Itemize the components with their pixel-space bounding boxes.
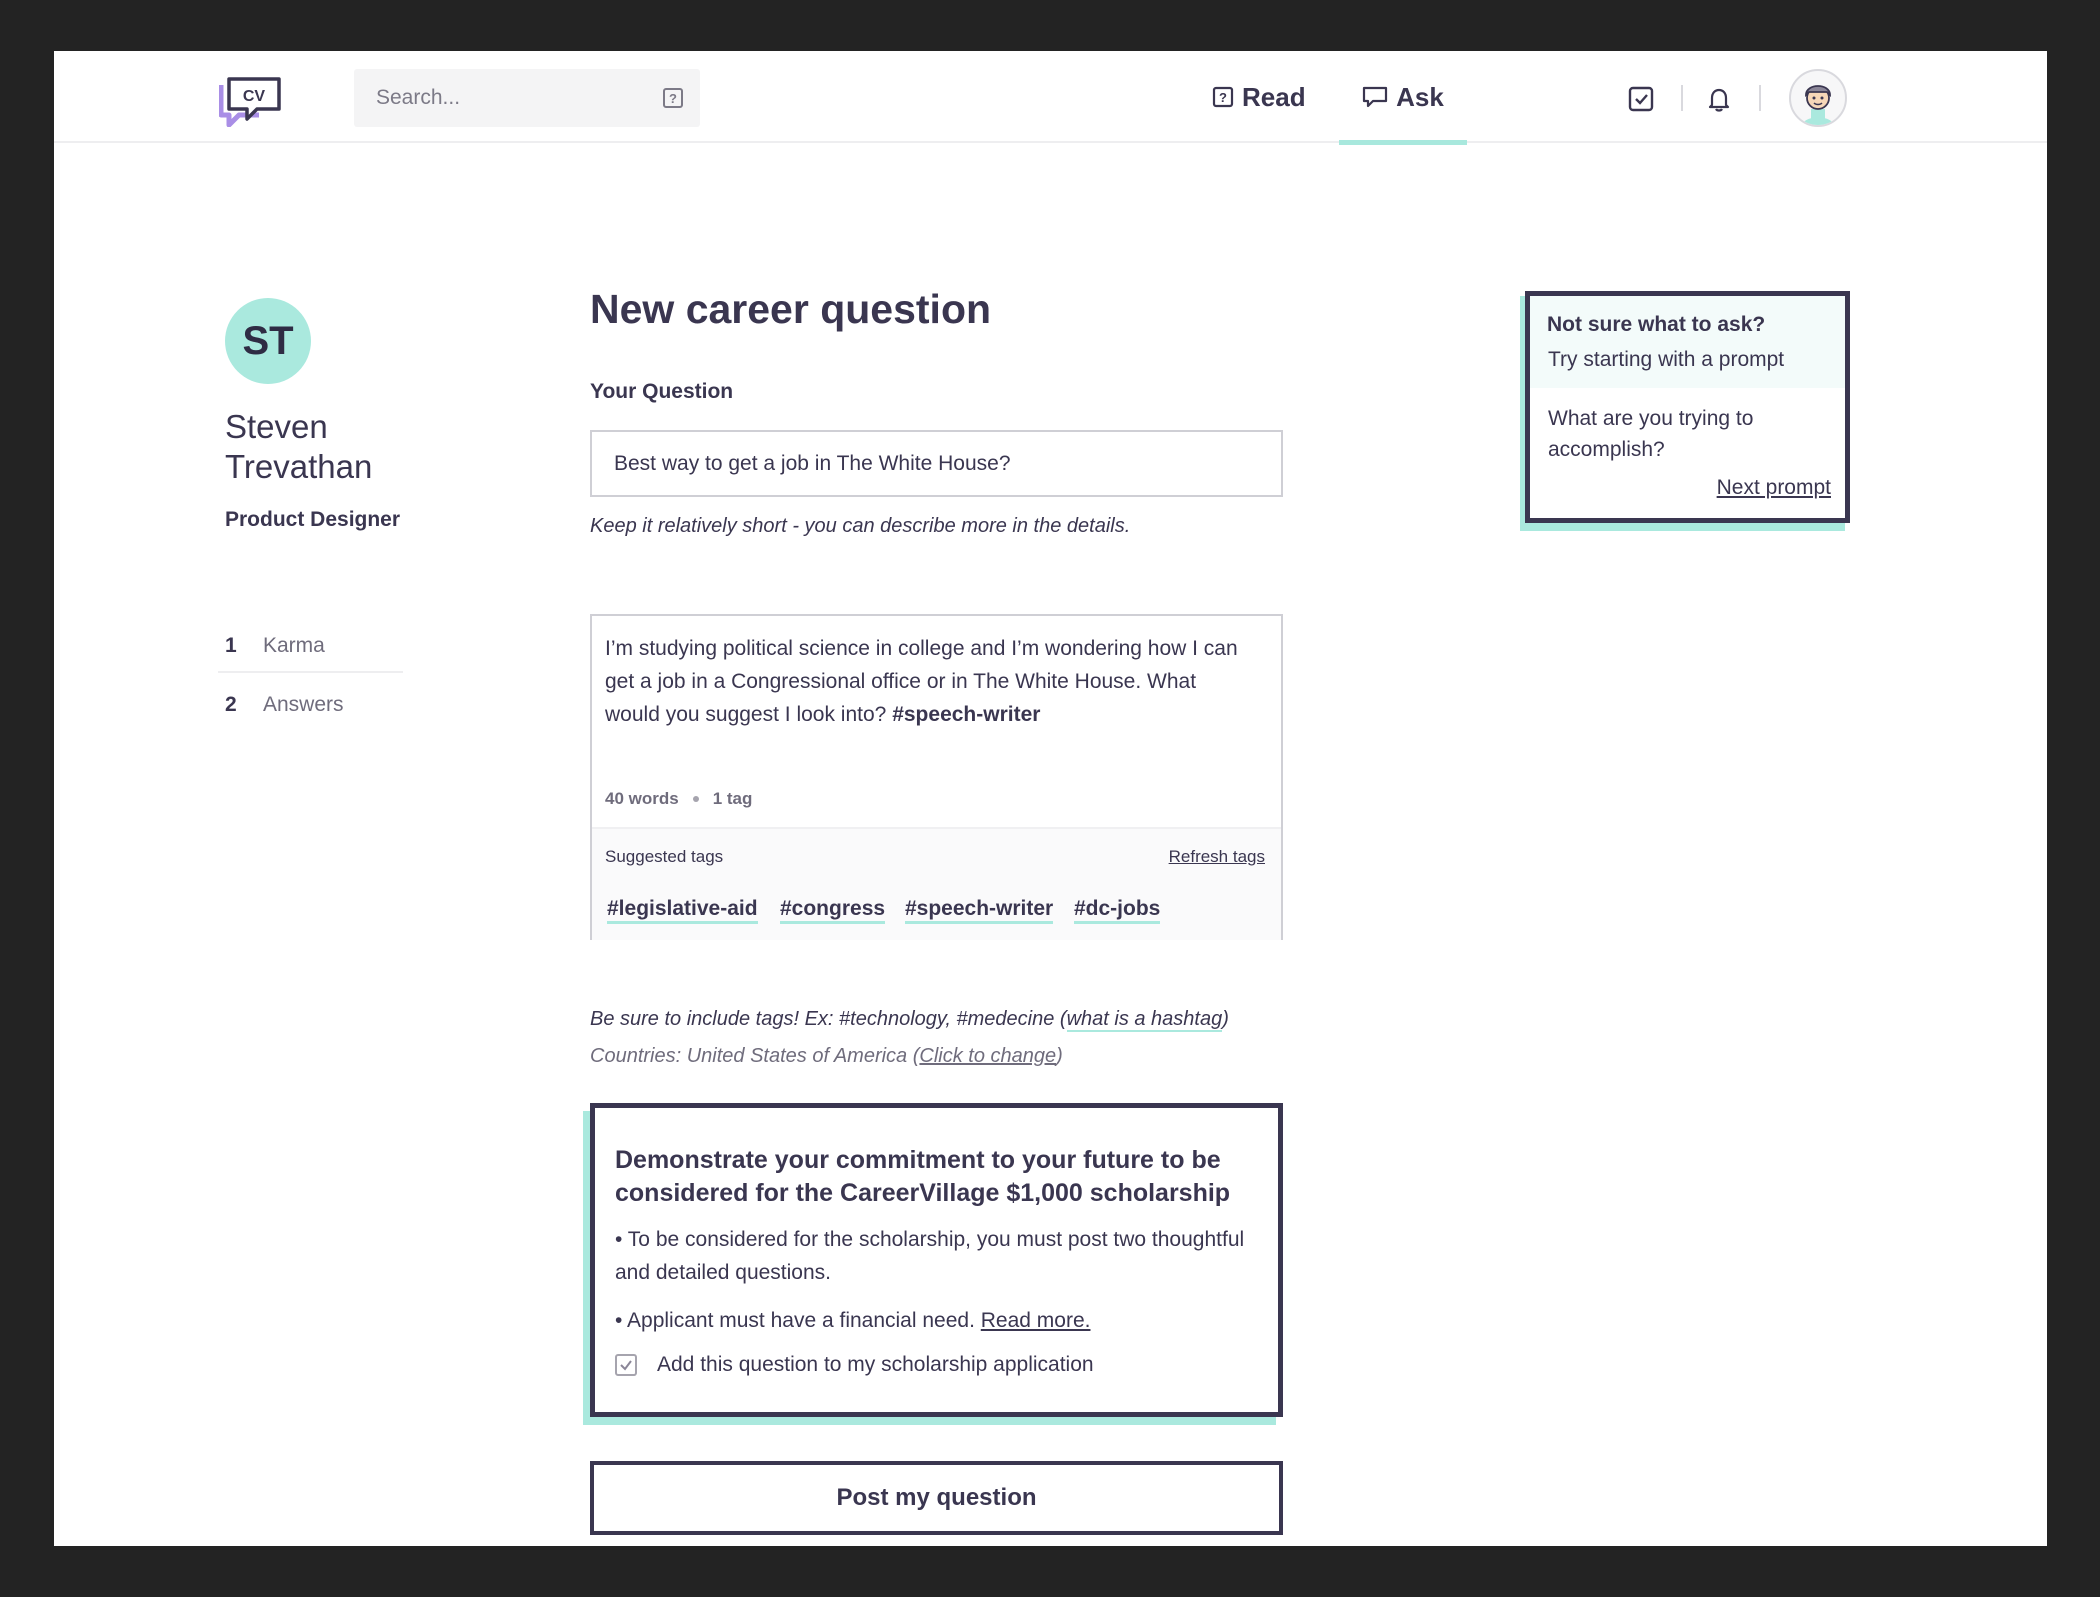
check-box-icon[interactable] — [1627, 85, 1655, 113]
prompt-card: Not sure what to ask? Try starting with … — [1525, 291, 1850, 523]
answers-value: 2 — [225, 693, 237, 716]
scholarship-bullet: • Applicant must have a financial need. … — [615, 1304, 1245, 1337]
app-window: CV ? ? Read Ask — [54, 51, 2047, 1546]
avatar-icon — [1803, 85, 1833, 125]
prompt-subtitle: Try starting with a prompt — [1548, 348, 1785, 371]
countries-suffix: ) — [1056, 1045, 1063, 1067]
karma-label: Karma — [263, 634, 325, 657]
answers-stat: 2 Answers — [218, 679, 403, 731]
tags-hint-prefix: Be sure to include tags! Ex: #technology… — [590, 1008, 1067, 1030]
scholarship-title: Demonstrate your commitment to your futu… — [615, 1146, 1231, 1207]
details-text[interactable]: I’m studying political science in colleg… — [605, 632, 1245, 731]
question-input[interactable] — [590, 430, 1283, 497]
scholarship-bullet: • To be considered for the scholarship, … — [615, 1228, 1245, 1284]
details-counts: 40 words 1 tag — [605, 789, 752, 809]
avatar[interactable] — [1789, 69, 1847, 127]
karma-value: 1 — [225, 634, 237, 657]
svg-text:?: ? — [669, 91, 677, 106]
suggested-tag[interactable]: #dc-jobs — [1074, 897, 1161, 924]
countries-prefix: Countries: United States of America ( — [590, 1045, 920, 1067]
next-prompt-link[interactable]: Next prompt — [1717, 476, 1831, 500]
suggested-tags-label: Suggested tags — [605, 847, 724, 866]
speech-bubble-icon — [1363, 86, 1388, 108]
header-divider — [1681, 85, 1683, 111]
question-box-icon: ? — [1212, 86, 1234, 108]
bell-icon[interactable] — [1705, 85, 1733, 113]
karma-stat: 1 Karma — [218, 621, 403, 673]
header-divider — [1759, 85, 1761, 111]
nav-read-label: Read — [1242, 81, 1306, 112]
page-title: New career question — [590, 286, 992, 332]
profile-name: Steven Trevathan — [225, 408, 373, 485]
careervillage-logo[interactable]: CV — [219, 75, 283, 127]
suggested-tags-panel: Suggested tags Refresh tags #legislative… — [592, 827, 1281, 940]
change-country-link[interactable]: Click to change — [919, 1045, 1056, 1067]
nav-ask[interactable]: Ask — [1339, 51, 1467, 145]
prompt-header: Not sure what to ask? Try starting with … — [1530, 296, 1845, 388]
scholarship-box: Demonstrate your commitment to your futu… — [590, 1103, 1283, 1417]
profile-role: Product Designer — [225, 508, 401, 531]
scholarship-checkbox[interactable]: Add this question to my scholarship appl… — [615, 1353, 1094, 1377]
checkbox[interactable] — [615, 1354, 637, 1376]
nav-ask-label: Ask — [1396, 81, 1444, 112]
scholarship-bullet-text: • Applicant must have a financial need. — [615, 1309, 975, 1332]
nav-read[interactable]: ? Read — [1212, 51, 1306, 143]
hashtag-help-link[interactable]: what is a hashtag — [1066, 1008, 1223, 1032]
suggested-tag[interactable]: #congress — [780, 897, 886, 924]
tags-hint: Be sure to include tags! Ex: #technology… — [590, 1008, 1229, 1032]
tag-count: 1 tag — [712, 789, 753, 808]
details-editor[interactable]: I’m studying political science in colleg… — [590, 614, 1283, 940]
tags-hint-suffix: ) — [1222, 1008, 1229, 1030]
count-separator — [692, 796, 699, 802]
countries-hint: Countries: United States of America (Cli… — [590, 1045, 1063, 1068]
scholarship-checkbox-label: Add this question to my scholarship appl… — [657, 1353, 1094, 1376]
search-bar: ? — [354, 69, 700, 127]
prompt-question: What are you trying to accomplish? — [1548, 407, 1754, 461]
question-hint: Keep it relatively short - you can descr… — [590, 515, 1131, 537]
word-count: 40 words — [605, 789, 679, 808]
details-tag: #speech-writer — [892, 703, 1041, 726]
post-question-button[interactable]: Post my question — [590, 1461, 1283, 1535]
search-help-icon[interactable]: ? — [662, 87, 684, 109]
logo-text: CV — [243, 88, 266, 105]
suggested-tag[interactable]: #legislative-aid — [607, 897, 758, 924]
read-more-link[interactable]: Read more. — [981, 1309, 1091, 1332]
suggested-tag[interactable]: #speech-writer — [905, 897, 1054, 924]
prompt-title: Not sure what to ask? — [1547, 313, 1766, 336]
answers-label: Answers — [263, 693, 344, 716]
question-label: Your Question — [590, 380, 734, 403]
profile-initials: ST — [225, 298, 311, 384]
svg-text:?: ? — [1219, 90, 1227, 105]
refresh-tags-link[interactable]: Refresh tags — [1169, 847, 1265, 867]
check-icon — [620, 1360, 632, 1371]
top-navbar: CV ? ? Read Ask — [54, 51, 2047, 145]
search-input[interactable] — [354, 69, 700, 127]
